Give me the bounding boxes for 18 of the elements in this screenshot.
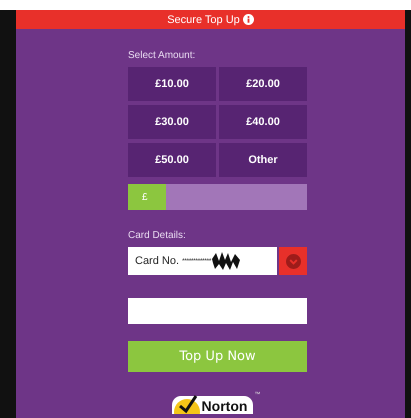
amount-button[interactable]: £40.00 <box>219 105 307 139</box>
card-number-text: Card No. <box>135 255 180 267</box>
currency-prefix: £ <box>128 184 166 210</box>
amount-button[interactable]: £20.00 <box>219 67 307 101</box>
chevron-down-icon <box>286 254 300 268</box>
header-title: Secure Top Up <box>167 14 240 26</box>
amount-button[interactable]: £10.00 <box>128 67 216 101</box>
info-icon[interactable] <box>242 14 254 25</box>
scribble-redaction-icon <box>210 251 241 271</box>
amount-button[interactable]: £50.00 <box>128 143 216 177</box>
input-field[interactable] <box>128 298 307 324</box>
card-details-label: Card Details: <box>128 230 187 241</box>
select-amount-label: Select Amount: <box>128 50 196 61</box>
checkmark-seal-icon <box>172 394 202 414</box>
amount-button[interactable]: Other <box>219 143 307 177</box>
badge-text: Norton <box>202 398 248 414</box>
dropdown-button[interactable] <box>279 247 307 275</box>
amount-button[interactable]: £30.00 <box>128 105 216 139</box>
